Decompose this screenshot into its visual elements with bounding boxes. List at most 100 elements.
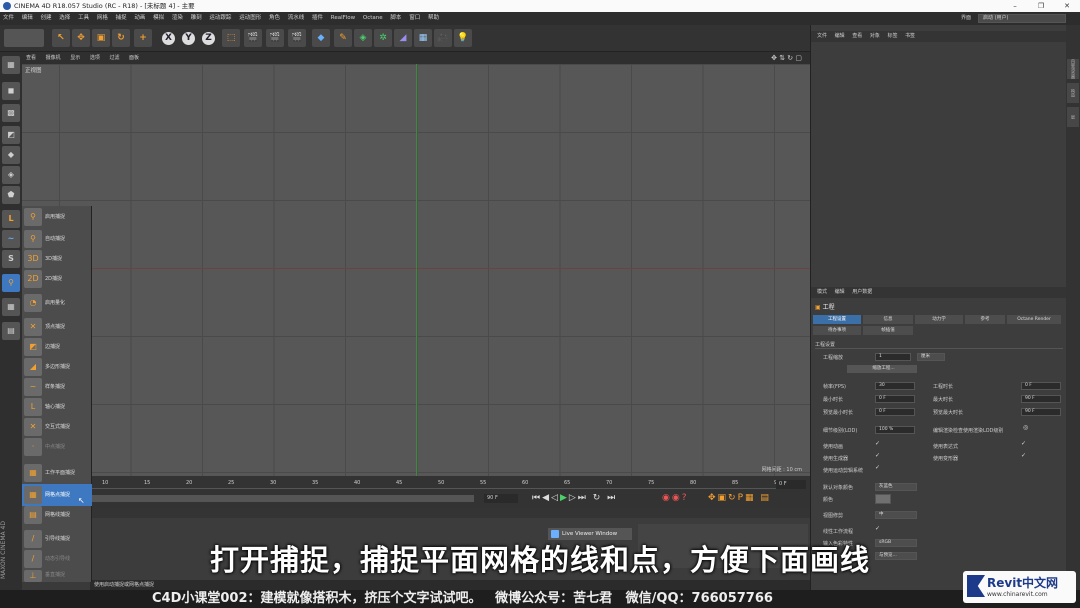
floor-icon[interactable]: ▦: [414, 29, 432, 47]
camera-icon[interactable]: 🎥: [434, 29, 452, 47]
obj-menu-item[interactable]: 书签: [905, 33, 915, 39]
linear-checkbox[interactable]: ✓: [875, 525, 880, 532]
side-tab[interactable]: 构造: [1067, 83, 1079, 103]
menu-item[interactable]: 角色: [266, 12, 283, 25]
scale-icon[interactable]: ▣: [92, 29, 110, 47]
lod-field[interactable]: 100 %: [875, 426, 915, 434]
timeline-ruler[interactable]: 10 15 20 25 30 35 40 45 50 55 60 65 70 7…: [92, 478, 782, 489]
min-time-field[interactable]: 0 F: [875, 395, 915, 403]
viewport-menu-item[interactable]: 显示: [66, 52, 84, 64]
solo-icon[interactable]: S: [2, 250, 20, 268]
menu-item[interactable]: 渲染: [169, 12, 186, 25]
viewport-menu-item[interactable]: 过滤: [105, 52, 123, 64]
snap-item-quantize[interactable]: ◔ 启用量化: [22, 292, 92, 314]
default-color-select[interactable]: 灰蓝色: [875, 483, 917, 491]
color-swatch[interactable]: [875, 494, 891, 504]
points-mode-icon[interactable]: ◆: [2, 146, 20, 164]
move-icon[interactable]: ✥: [72, 29, 90, 47]
prev-min-field[interactable]: 0 F: [875, 408, 915, 416]
snap-item-midpoint[interactable]: · 中点捕捉: [22, 436, 92, 458]
workplane-mode-icon[interactable]: ◩: [2, 126, 20, 144]
menu-item[interactable]: 雕刻: [188, 12, 205, 25]
y-axis-icon[interactable]: Y: [180, 30, 197, 47]
cloner-icon[interactable]: ✲: [374, 29, 392, 47]
light-icon[interactable]: 💡: [454, 29, 472, 47]
object-mode-icon[interactable]: ◼: [2, 82, 20, 100]
snap-item-intersection[interactable]: ✕ 交互式捕捉: [22, 416, 92, 438]
lod-render-checkbox[interactable]: ◎: [1023, 424, 1028, 431]
axis-tool-icon[interactable]: L: [2, 210, 20, 228]
expr-checkbox[interactable]: ✓: [1021, 440, 1026, 447]
deform-checkbox[interactable]: ✓: [1021, 452, 1026, 459]
obj-menu-item[interactable]: 文件: [817, 33, 827, 39]
snap-item-auto[interactable]: ⚲ 自动捕捉: [22, 228, 92, 250]
menu-item[interactable]: 编辑: [19, 12, 36, 25]
viewport-menu-item[interactable]: 查看: [22, 52, 40, 64]
tab-octane[interactable]: Octane Render: [1007, 315, 1061, 324]
anim-checkbox[interactable]: ✓: [875, 440, 880, 447]
polygons-mode-icon[interactable]: ⬟: [2, 186, 20, 204]
x-axis-icon[interactable]: X: [160, 30, 177, 47]
menu-item[interactable]: 运动图形: [236, 12, 264, 25]
gen-checkbox[interactable]: ✓: [875, 452, 880, 459]
viewport-menu-item[interactable]: 选项: [86, 52, 104, 64]
cube-icon[interactable]: ◆: [312, 29, 330, 47]
obj-menu-item[interactable]: 查看: [852, 33, 862, 39]
obj-menu-item[interactable]: 标签: [887, 33, 897, 39]
side-tab[interactable]: 层: [1067, 107, 1079, 127]
coordinate-system-icon[interactable]: ⬚: [222, 29, 240, 47]
obj-menu-item[interactable]: 对象: [870, 33, 880, 39]
edges-mode-icon[interactable]: ◈: [2, 166, 20, 184]
snap-item-2d[interactable]: 2D 2D捕捉: [22, 268, 92, 290]
menu-item[interactable]: 流水线: [285, 12, 308, 25]
minimize-button[interactable]: –: [1002, 0, 1028, 12]
render-settings-icon[interactable]: 🎬: [288, 29, 306, 47]
menu-item[interactable]: 插件: [309, 12, 326, 25]
scale-unit-select[interactable]: 厘米: [917, 353, 945, 361]
deformer-icon[interactable]: ◢: [394, 29, 412, 47]
prev-max-field[interactable]: 90 F: [1021, 408, 1061, 416]
attr-menu-item[interactable]: 编辑: [835, 289, 845, 295]
max-time-field[interactable]: 90 F: [1021, 395, 1061, 403]
viewport-menu-item[interactable]: 面板: [125, 52, 143, 64]
texture-mode-icon[interactable]: ▩: [2, 104, 20, 122]
close-button[interactable]: ✕: [1054, 0, 1080, 12]
planar-workplane-icon[interactable]: ▤: [2, 322, 20, 340]
side-tab[interactable]: 内容浏览器: [1067, 59, 1079, 79]
render-view-icon[interactable]: 🎬: [244, 29, 262, 47]
snap-item-spline[interactable]: ~ 样条捕捉: [22, 376, 92, 398]
menu-item[interactable]: 文件: [0, 12, 17, 25]
snap-item-workplane[interactable]: ▦ 工作平面捕捉: [22, 462, 92, 484]
record-buttons[interactable]: ◉◉?: [662, 493, 688, 503]
recent-tool-icon[interactable]: +: [134, 29, 152, 47]
snap-item-enable[interactable]: ⚲ 启用捕捉: [22, 206, 92, 228]
live-select-icon[interactable]: ↖: [52, 29, 70, 47]
menu-item[interactable]: 脚本: [387, 12, 404, 25]
menu-item[interactable]: 运动跟踪: [206, 12, 234, 25]
z-axis-icon[interactable]: Z: [200, 30, 217, 47]
menu-item[interactable]: Octane: [360, 12, 386, 25]
menu-item[interactable]: 动画: [131, 12, 148, 25]
workplane-lock-icon[interactable]: ▦: [2, 298, 20, 316]
menu-item[interactable]: 网格: [94, 12, 111, 25]
menu-item[interactable]: 创建: [38, 12, 55, 25]
viewport[interactable]: 正视图 网格间距 : 10 cm: [22, 64, 810, 476]
menu-item[interactable]: 选择: [56, 12, 73, 25]
view-clip-select[interactable]: 中: [875, 511, 917, 519]
snap-toggle-icon[interactable]: ⚲: [2, 274, 20, 292]
snap-item-edge[interactable]: ◩ 边捕捉: [22, 336, 92, 358]
attr-menu-item[interactable]: 用户数据: [852, 289, 872, 295]
scale-project-button[interactable]: 缩放工程...: [847, 365, 917, 373]
menu-item[interactable]: 帮助: [425, 12, 442, 25]
motion-checkbox[interactable]: ✓: [875, 464, 880, 471]
fps-field[interactable]: 30: [875, 382, 915, 390]
tab-info[interactable]: 信息: [863, 315, 913, 324]
snap-item-polygon[interactable]: ◢ 多边形捕捉: [22, 356, 92, 378]
subdivision-icon[interactable]: ◈: [354, 29, 372, 47]
attr-menu-item[interactable]: 模式: [817, 289, 827, 295]
key-buttons[interactable]: ✥▣↻P▦ ▤: [708, 493, 771, 503]
tweak-icon[interactable]: ~: [2, 230, 20, 248]
rotate-icon[interactable]: ↻: [112, 29, 130, 47]
undo-redo-button[interactable]: [4, 29, 44, 47]
frame-range-slider[interactable]: [92, 495, 474, 502]
